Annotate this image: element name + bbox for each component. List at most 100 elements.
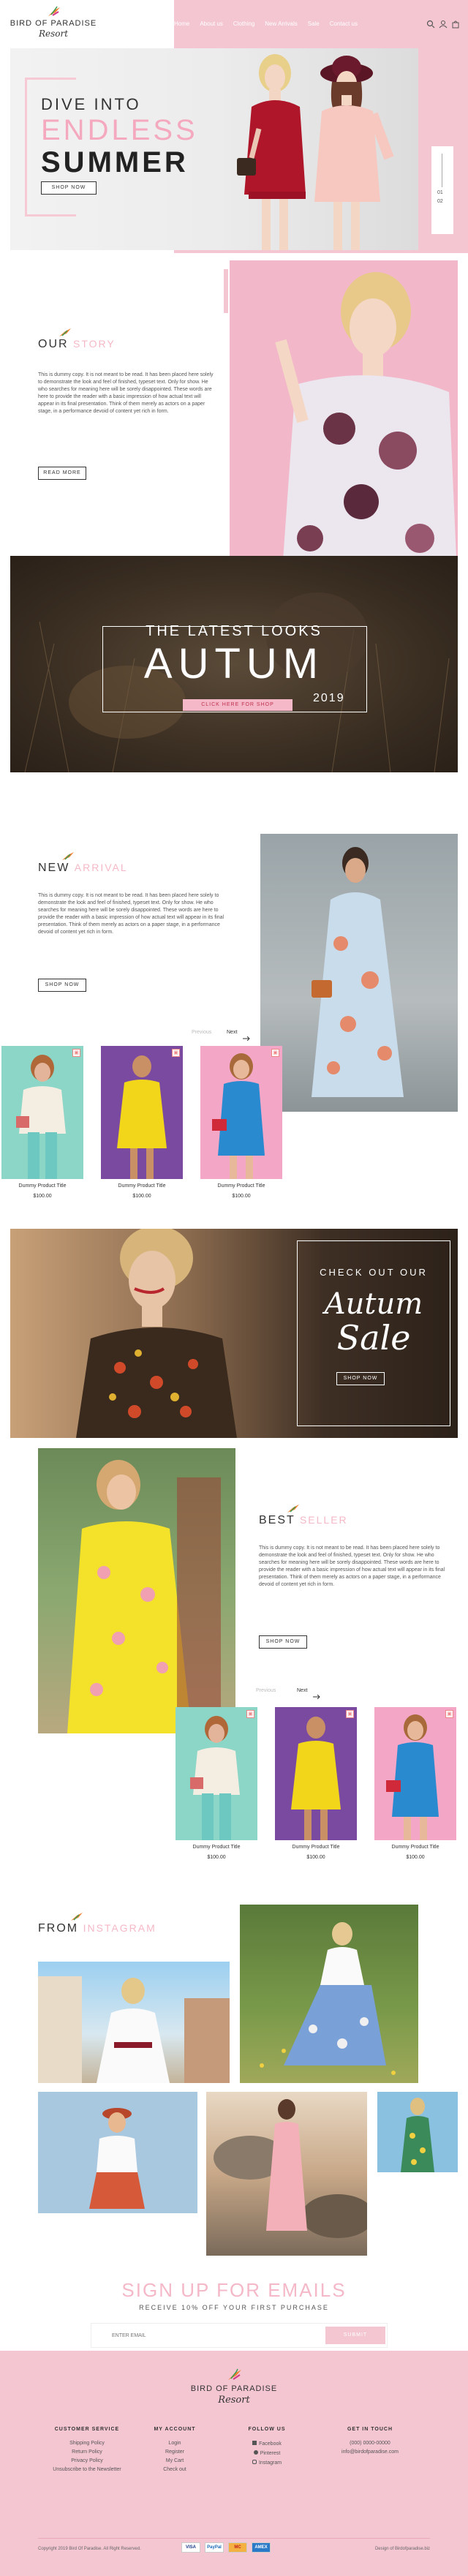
logo-text: BIRD OF PARADISE (10, 19, 97, 28)
product-image[interactable] (200, 1046, 282, 1179)
best-text: This is dummy copy. It is not meant to b… (259, 1545, 445, 1587)
product-image[interactable] (1, 1046, 83, 1179)
instagram-photo-3[interactable] (38, 2092, 197, 2213)
footer-divider (38, 2538, 430, 2539)
instagram-photo-2[interactable] (240, 1905, 418, 2083)
add-to-cart-icon[interactable]: ▣ (72, 1049, 80, 1057)
amex-icon: AMEX (252, 2542, 271, 2553)
arrival-prev[interactable]: Previous (192, 1030, 211, 1035)
add-to-cart-icon[interactable]: ▣ (271, 1049, 279, 1057)
add-to-cart-icon[interactable]: ▣ (445, 1710, 453, 1718)
best-next-arrow-icon[interactable] (313, 1690, 320, 1700)
footer-social-facebook[interactable]: Facebook (234, 2441, 300, 2447)
hero-model-right (303, 48, 398, 250)
footer-social-pinterest[interactable]: Pinterest (234, 2450, 300, 2456)
bird-of-paradise-flower-icon (47, 6, 61, 18)
product-price: $100.00 (406, 1855, 425, 1860)
sale-shop-button[interactable]: SHOP NOW (336, 1372, 385, 1385)
signup-title: SIGN UP FOR EMAILS (121, 2279, 347, 2301)
autumn-shop-button[interactable]: CLICK HERE FOR SHOP (183, 699, 292, 711)
product-price: $100.00 (33, 1194, 52, 1199)
instagram-heading: FROM INSTAGRAM (38, 1922, 156, 1935)
footer-col-get-in-touch: GET IN TOUCH (000) 0000-00000 info@birdo… (326, 2427, 414, 2458)
nav-new-arrivals[interactable]: New Arrivals (265, 20, 297, 27)
logo[interactable]: BIRD OF PARADISE Resort (6, 6, 101, 44)
story-heading-text: OUR (38, 338, 69, 350)
best-model-photo (38, 1448, 235, 1733)
footer-link[interactable]: Shipping Policy (47, 2441, 127, 2446)
footer-logo[interactable]: BIRD OF PARADISE Resort (186, 2368, 282, 2414)
nav-sale[interactable]: Sale (308, 20, 320, 27)
footer-link[interactable]: My Cart (142, 2458, 208, 2463)
paypal-icon: PayPal (205, 2542, 224, 2553)
footer-credit: Design of Birdofparadise.biz (374, 2547, 430, 2551)
footer-phone[interactable]: (000) 0000-00000 (326, 2441, 414, 2446)
product-title[interactable]: Dummy Product Title (374, 1845, 456, 1850)
payment-methods: VISA PayPal MC AMEX (181, 2542, 291, 2554)
add-to-cart-icon[interactable]: ▣ (172, 1049, 180, 1057)
footer-link[interactable]: Instagram (259, 2460, 282, 2466)
mastercard-icon: MC (228, 2542, 247, 2553)
product-image[interactable] (101, 1046, 183, 1179)
footer-link[interactable]: Return Policy (47, 2449, 127, 2455)
footer-link[interactable]: Facebook (259, 2441, 282, 2447)
story-model-bg (230, 260, 458, 591)
arrival-next[interactable]: Next (227, 1030, 237, 1035)
product-price: $100.00 (232, 1194, 251, 1199)
footer-link[interactable]: Check out (142, 2467, 208, 2472)
sale-model-photo (76, 1229, 237, 1438)
hero-slide-prev[interactable]: 01 (437, 190, 443, 195)
footer-social-instagram[interactable]: Instagram (234, 2460, 300, 2466)
best-prev[interactable]: Previous (256, 1688, 276, 1693)
best-shop-button[interactable]: SHOP NOW (259, 1635, 307, 1649)
story-photo-frame-accent (224, 269, 228, 313)
cart-icon[interactable] (451, 19, 460, 29)
nav-clothing[interactable]: Clothing (233, 20, 254, 27)
footer-link[interactable]: Register (142, 2449, 208, 2455)
hero-shop-button[interactable]: SHOP NOW (41, 181, 97, 195)
nav-about[interactable]: About us (200, 20, 223, 27)
footer-email[interactable]: info@birdofparadise.com (326, 2449, 414, 2455)
best-heading-flower-icon (287, 1504, 300, 1514)
arrival-shop-button[interactable]: SHOP NOW (38, 979, 86, 992)
story-heading-flower-icon (58, 328, 72, 338)
autumn-line1: THE LATEST LOOKS (146, 623, 322, 639)
footer-logo-script: Resort (218, 2395, 250, 2406)
submit-button[interactable]: SUBMIT (325, 2327, 385, 2344)
product-image[interactable] (374, 1707, 456, 1840)
hero-line2: ENDLESS (41, 114, 198, 146)
add-to-cart-icon[interactable]: ▣ (346, 1710, 354, 1718)
footer-heading: FOLLOW US (248, 2427, 286, 2432)
instagram-photo-4[interactable] (206, 2092, 367, 2256)
arrival-heading-accent: ARRIVAL (74, 862, 128, 873)
sale-banner: CHECK OUT OUR Autum Sale SHOP NOW (10, 1229, 458, 1438)
product-title[interactable]: Dummy Product Title (101, 1183, 183, 1189)
hero-slide-next[interactable]: 02 (437, 199, 443, 204)
footer-logo-text: BIRD OF PARADISE (190, 2384, 278, 2393)
footer-link[interactable]: Privacy Policy (47, 2458, 127, 2463)
product-title[interactable]: Dummy Product Title (200, 1183, 282, 1189)
search-icon[interactable] (426, 19, 435, 29)
best-heading: BEST SELLER (259, 1514, 348, 1527)
instagram-heading-accent: INSTAGRAM (83, 1922, 156, 1934)
user-icon[interactable] (439, 19, 448, 29)
instagram-photo-1[interactable] (38, 1962, 230, 2083)
product-title[interactable]: Dummy Product Title (275, 1845, 357, 1850)
product-price: $100.00 (207, 1855, 226, 1860)
instagram-photo-5[interactable] (377, 2092, 458, 2172)
visa-icon: VISA (181, 2542, 200, 2553)
email-input[interactable] (91, 2324, 325, 2347)
footer-link[interactable]: Pinterest (260, 2451, 281, 2456)
add-to-cart-icon[interactable]: ▣ (246, 1710, 254, 1718)
product-title[interactable]: Dummy Product Title (1, 1183, 83, 1189)
story-read-more-button[interactable]: READ MORE (38, 467, 86, 480)
arrival-next-arrow-icon[interactable] (243, 1031, 250, 1042)
best-next[interactable]: Next (297, 1688, 307, 1693)
nav-contact[interactable]: Contact us (330, 20, 358, 27)
product-image[interactable] (275, 1707, 357, 1840)
product-image[interactable] (176, 1707, 257, 1840)
product-title[interactable]: Dummy Product Title (176, 1845, 257, 1850)
footer-link[interactable]: Unsubscribe to the Newsletter (47, 2467, 127, 2472)
footer-link[interactable]: Login (142, 2441, 208, 2446)
nav-home[interactable]: Home (174, 20, 189, 27)
